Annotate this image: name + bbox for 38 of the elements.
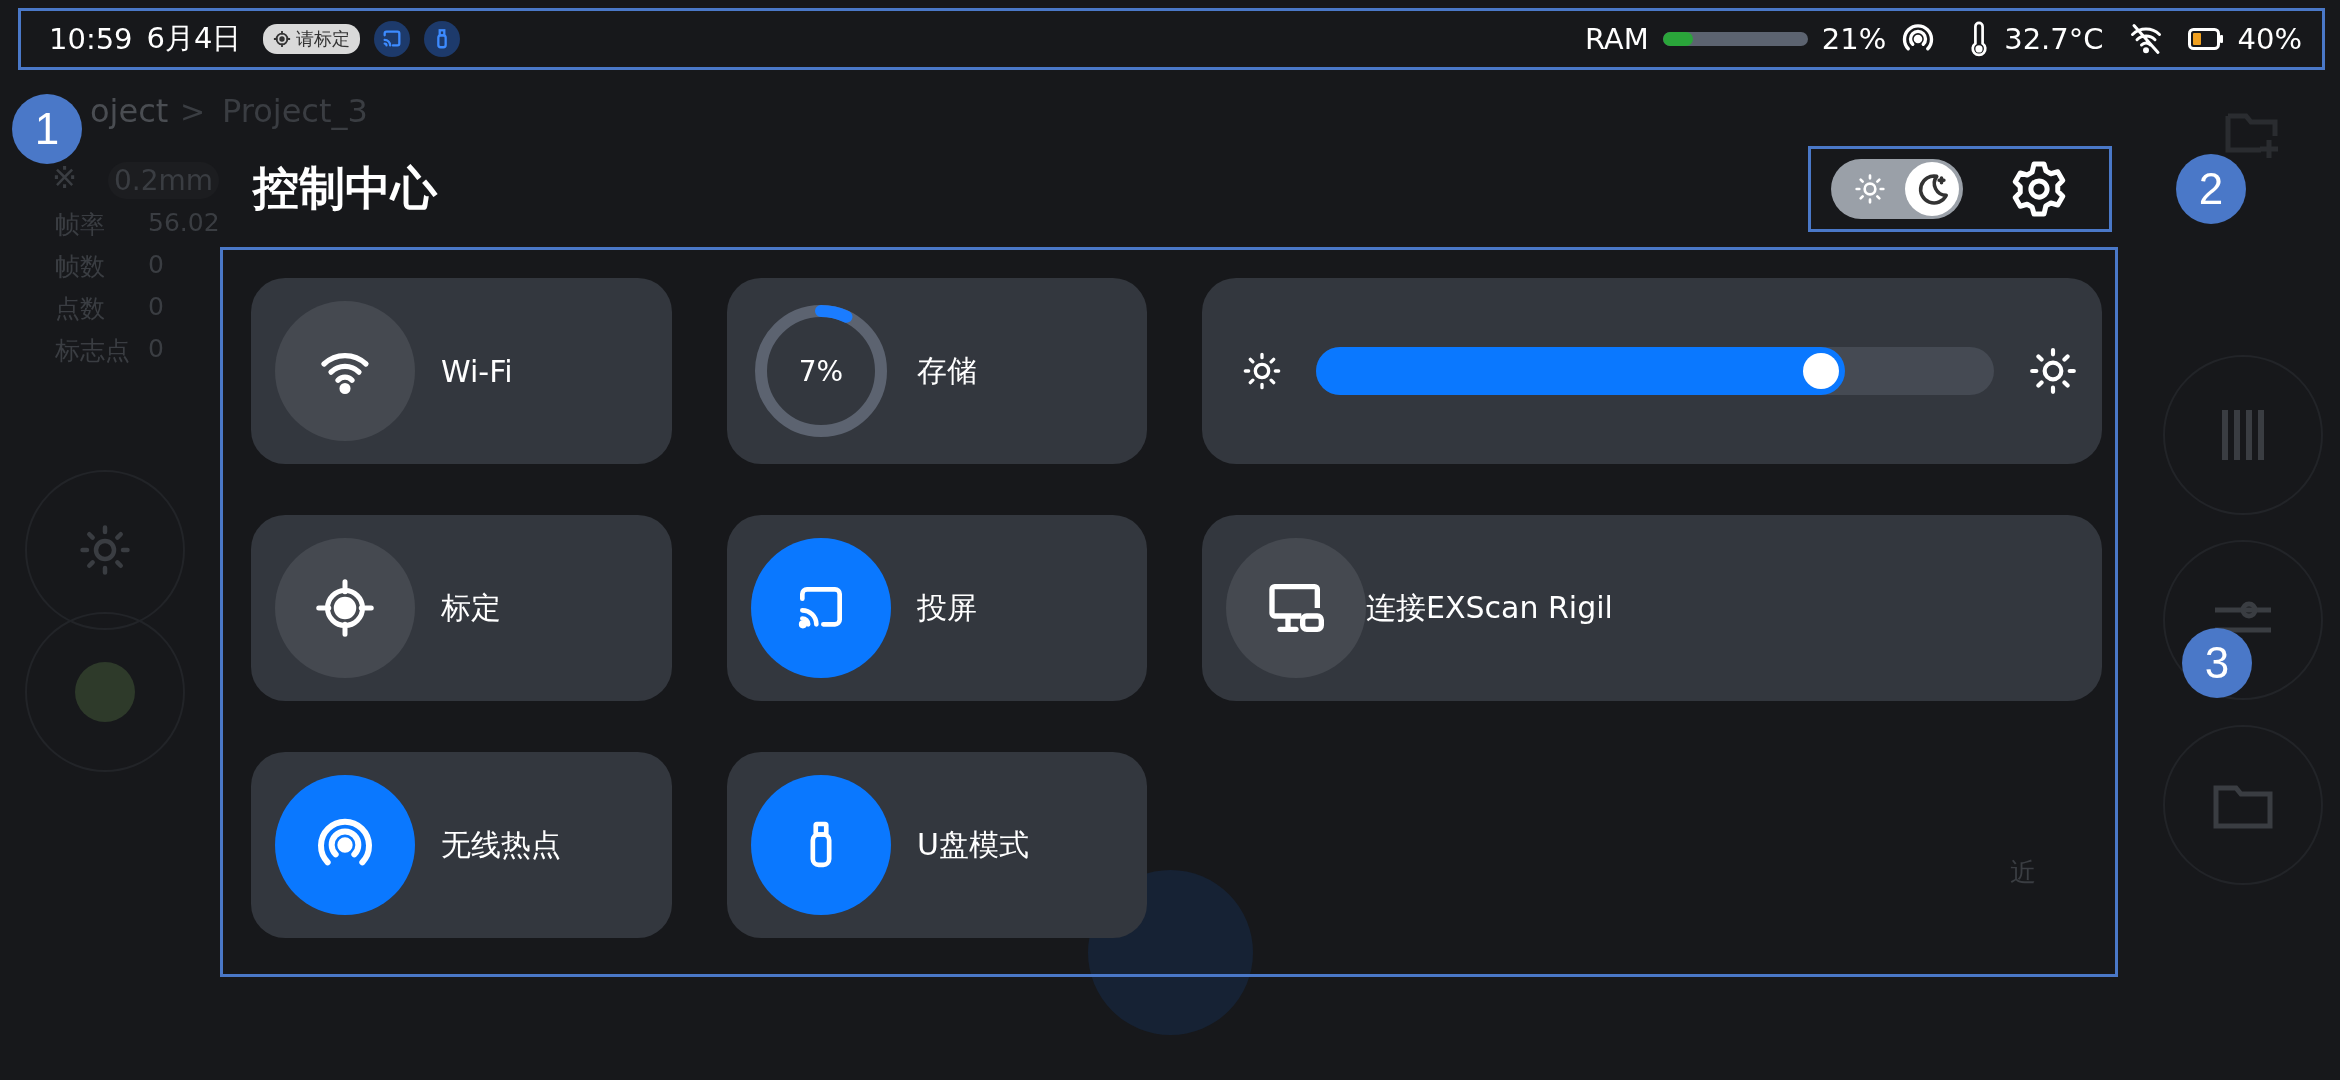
tile-card[interactable]: 7% 存储: [727, 278, 1147, 464]
battery-percent: 40%: [2237, 22, 2302, 56]
storage-percent: 7%: [797, 353, 845, 390]
tile-label: 无线热点: [441, 825, 561, 864]
tile-card[interactable]: 无线热点: [251, 752, 672, 938]
breadcrumb-separator: >: [180, 94, 206, 129]
temperature-reading: 32.7°C: [2004, 22, 2104, 56]
tile-card[interactable]: 连接EXScan Rigil: [1202, 515, 2102, 701]
tile-label: 存储: [917, 351, 977, 390]
brightness-icon: [78, 523, 132, 577]
panel-title: 控制中心: [253, 160, 437, 217]
tile-card[interactable]: [1202, 278, 2102, 464]
tile-card[interactable]: 投屏: [727, 515, 1147, 701]
tile-label: 投屏: [917, 588, 977, 627]
color-button[interactable]: [25, 612, 185, 772]
tile-label: 标定: [441, 588, 501, 627]
calibration-badge[interactable]: 请标定: [263, 24, 361, 54]
moon-icon: [1905, 162, 1959, 216]
crosshair-icon: [315, 578, 375, 638]
tile-card[interactable]: Wi-Fi: [251, 278, 672, 464]
tile-card[interactable]: 标定: [251, 515, 672, 701]
tile-label: Wi-Fi: [441, 353, 513, 389]
date-text: 6月4日: [146, 20, 242, 57]
ram-label: RAM: [1584, 22, 1649, 56]
battery-icon: [2187, 27, 2224, 51]
brightness-low-icon: [1242, 351, 1282, 391]
clock-time: 10:59: [49, 22, 133, 56]
brightness-high-icon: [2028, 346, 2078, 396]
vertical-lines-icon: [2221, 410, 2265, 460]
callout-number: 1: [12, 94, 82, 164]
ram-percent: 21%: [1821, 22, 1887, 56]
tile-label: U盘模式: [917, 825, 1029, 864]
tile-label: 连接EXScan Rigil: [1366, 588, 1613, 627]
callout-number: 3: [2182, 628, 2252, 698]
tile-card[interactable]: U盘模式: [727, 752, 1147, 938]
callout-number: 2: [2176, 154, 2246, 224]
brightness-slider[interactable]: [1316, 347, 1994, 395]
theme-toggle[interactable]: [1831, 159, 1963, 219]
